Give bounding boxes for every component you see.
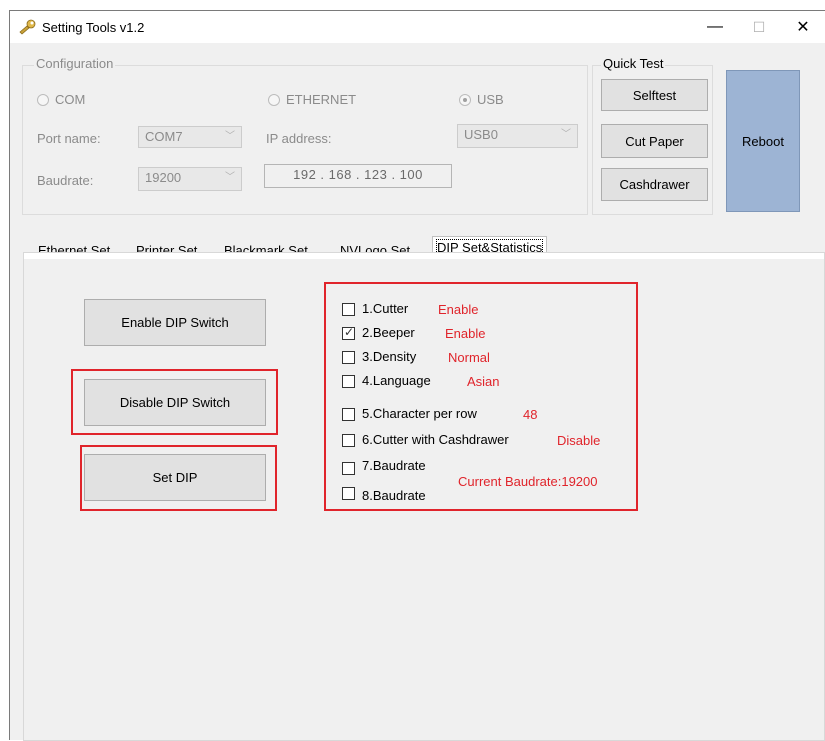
ip-address-label: IP address: [266, 131, 332, 146]
set-dip-button[interactable]: Set DIP [84, 454, 266, 501]
usb-port-select[interactable]: USB0 ﹀ [457, 124, 578, 148]
dip-label-8: 8.Baudrate [362, 488, 426, 503]
baudrate-select[interactable]: 19200 ﹀ [138, 167, 242, 191]
chevron-down-icon: ﹀ [561, 129, 571, 140]
tab-panel-header [24, 253, 824, 259]
window-title: Setting Tools v1.2 [42, 20, 145, 35]
baudrate-value: 19200 [145, 170, 182, 185]
chevron-down-icon: ﹀ [225, 131, 235, 142]
dip-checkbox-7[interactable] [342, 462, 355, 475]
title-bar[interactable]: Setting Tools v1.2 — ☐ ✕ [10, 11, 825, 43]
dip-checkbox-4[interactable] [342, 375, 355, 388]
checkmark-icon: ✓ [344, 325, 355, 339]
cashdrawer-button[interactable]: Cashdrawer [601, 168, 708, 201]
com-radio-label: COM [55, 92, 86, 107]
dip-checkbox-5[interactable] [342, 408, 355, 421]
dip-value-4: Asian [467, 374, 500, 389]
cut-paper-button[interactable]: Cut Paper [601, 124, 708, 158]
dip-label-1: 1.Cutter [362, 301, 409, 316]
wrench-icon [18, 19, 38, 35]
dip-value-5: 48 [523, 407, 538, 422]
configuration-label: Configuration [34, 56, 116, 71]
port-name-select[interactable]: COM7 ﹀ [138, 126, 242, 148]
app-window: Setting Tools v1.2 — ☐ ✕ Configuration C… [9, 10, 825, 741]
dip-label-7: 7.Baudrate [362, 458, 426, 473]
dip-checkbox-6[interactable] [342, 434, 355, 447]
baudrate-label: Baudrate: [37, 173, 94, 188]
chevron-down-icon: ﹀ [225, 172, 235, 183]
dip-value-1: Enable [438, 302, 479, 317]
maximize-button[interactable]: ☐ [737, 11, 781, 43]
dip-checkbox-3[interactable] [342, 351, 355, 364]
quick-test-label: Quick Test [601, 56, 666, 71]
dip-checkbox-2[interactable]: ✓ [342, 325, 355, 340]
dip-value-2: Enable [445, 326, 486, 341]
com-radio[interactable] [37, 94, 49, 106]
selftest-button[interactable]: Selftest [601, 79, 708, 111]
current-baudrate-text: Current Baudrate:19200 [458, 474, 598, 489]
dip-checkbox-8[interactable] [342, 487, 355, 500]
dip-checkbox-1[interactable] [342, 303, 355, 316]
port-name-value: COM7 [145, 129, 183, 144]
dip-label-3: 3.Density [362, 349, 417, 364]
dip-label-6: 6.Cutter with Cashdrawer [362, 432, 509, 447]
minimize-button[interactable]: — [693, 11, 737, 43]
close-button[interactable]: ✕ [781, 11, 825, 43]
reboot-button[interactable]: Reboot [726, 70, 800, 212]
ip-address-input[interactable]: 192 . 168 . 123 . 100 [264, 164, 452, 188]
disable-dip-switch-button[interactable]: Disable DIP Switch [84, 379, 266, 426]
ethernet-radio-label: ETHERNET [286, 92, 357, 107]
dip-label-5: 5.Character per row [362, 406, 477, 421]
port-name-label: Port name: [37, 131, 101, 146]
usb-radio-label: USB [477, 92, 504, 107]
dip-label-4: 4.Language [362, 373, 431, 388]
usb-radio[interactable] [459, 94, 471, 106]
ethernet-radio[interactable] [268, 94, 280, 106]
dip-label-2: 2.Beeper [362, 325, 415, 340]
usb-port-value: USB0 [464, 127, 498, 142]
dip-value-6: Disable [557, 433, 601, 448]
dip-value-3: Normal [448, 350, 490, 365]
enable-dip-switch-button[interactable]: Enable DIP Switch [84, 299, 266, 346]
